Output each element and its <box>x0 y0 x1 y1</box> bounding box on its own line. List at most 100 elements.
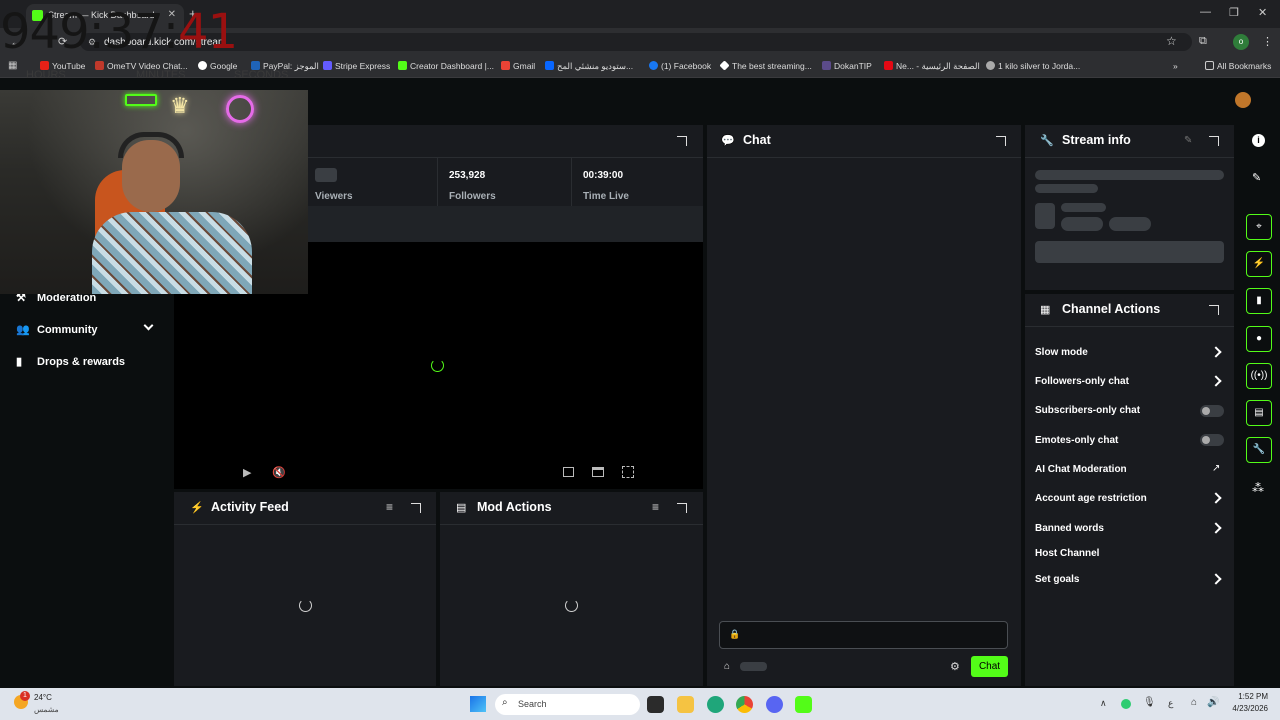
network-icon[interactable]: ⌂ <box>1191 697 1197 708</box>
taskbar-time[interactable]: 1:52 PM <box>1230 692 1268 701</box>
volume-icon[interactable]: 🔊 <box>1207 697 1219 708</box>
divider <box>1025 326 1234 327</box>
info-icon[interactable]: i <box>1252 134 1265 147</box>
action-banned-words[interactable]: Banned words <box>1035 523 1104 534</box>
user-avatar[interactable] <box>1235 92 1251 108</box>
kick-icon <box>398 61 407 70</box>
microphone-icon[interactable]: 🎙 <box>1143 697 1156 708</box>
sidebar-item-community[interactable]: 👥 Community <box>16 323 98 336</box>
action-slow-mode[interactable]: Slow mode <box>1035 347 1088 358</box>
mute-icon[interactable]: 🔇 <box>272 466 286 479</box>
edit-icon[interactable]: ✎ <box>1252 171 1261 184</box>
chat-icon[interactable]: ● <box>1246 326 1272 352</box>
loading-spinner-icon <box>431 359 444 372</box>
bookmark-stripe[interactable]: Stripe Express <box>323 61 390 71</box>
more-bookmarks-icon[interactable]: » <box>1173 61 1178 71</box>
bookmark-silver[interactable]: 1 kilo silver to Jorda... <box>986 61 1080 71</box>
bookmark-netflix[interactable]: Ne... - الصفحة الرئيسية <box>884 61 980 72</box>
windows-taskbar <box>0 688 1280 720</box>
action-emotes-only: Emotes-only chat <box>1035 435 1119 446</box>
bookmark-gmail[interactable]: Gmail <box>501 61 535 71</box>
popout-icon[interactable] <box>1209 136 1219 146</box>
tray-chevron-icon[interactable]: ∧ <box>1100 698 1107 709</box>
theater-icon[interactable] <box>592 467 604 477</box>
channel-actions-title: Channel Actions <box>1062 302 1161 316</box>
followers-label: Followers <box>449 191 496 202</box>
sidebar-item-drops[interactable]: ▮ Drops & rewards <box>16 355 125 368</box>
tray-status-icon[interactable] <box>1121 699 1131 709</box>
play-icon[interactable]: ▶ <box>243 466 251 479</box>
screenshot-icon[interactable]: ⌖ <box>1246 214 1272 240</box>
browser-menu-icon[interactable]: ⋮ <box>1262 35 1273 48</box>
all-bookmarks[interactable]: All Bookmarks <box>1205 61 1271 71</box>
maximize-icon[interactable]: ❐ <box>1229 6 1239 19</box>
filter-icon[interactable]: ≡ <box>386 500 393 514</box>
edit-pencil-icon[interactable]: ✎ <box>1184 135 1192 146</box>
store-icon[interactable]: ⌂ <box>724 661 730 672</box>
chat-settings-icon[interactable]: ⚙ <box>950 660 960 673</box>
weather-desc: مشمس <box>34 705 59 714</box>
chrome-icon[interactable] <box>736 696 753 713</box>
popout-icon[interactable] <box>677 136 687 146</box>
bookmark-facebook[interactable]: (1) Facebook <box>649 61 711 71</box>
netflix-icon <box>884 61 893 70</box>
popout-icon[interactable] <box>411 503 421 513</box>
divider <box>1025 157 1234 158</box>
action-account-age[interactable]: Account age restriction <box>1035 493 1147 504</box>
weather-temp: 24°C <box>34 693 52 702</box>
ometv-icon <box>95 61 104 70</box>
bookmark-star-icon[interactable]: ☆ <box>1166 34 1177 48</box>
more-widgets-icon[interactable]: ⁂ <box>1252 481 1264 495</box>
bookmark-meta-studio[interactable]: ستوديو منشئي المح... <box>545 61 633 72</box>
external-link-icon[interactable]: ↗ <box>1212 463 1220 474</box>
broadcast-icon[interactable]: ((•)) <box>1246 363 1272 389</box>
emotes-only-toggle[interactable] <box>1200 434 1224 446</box>
send-chat-button[interactable]: Chat <box>971 656 1008 677</box>
edge-icon[interactable] <box>707 696 724 713</box>
action-ai-moderation[interactable]: AI Chat Moderation <box>1035 464 1127 475</box>
address-bar[interactable] <box>80 33 1192 51</box>
popout-icon[interactable] <box>677 503 687 513</box>
taskbar-search[interactable] <box>495 694 640 715</box>
timer-seconds-label: SECONDS <box>234 69 289 81</box>
popout-icon[interactable] <box>996 136 1006 146</box>
timer-sep: : <box>88 4 105 60</box>
extensions-icon[interactable]: ⧉ <box>1199 35 1207 48</box>
chat-title: Chat <box>743 133 771 147</box>
taskbar-date[interactable]: 4/23/2026 <box>1222 704 1268 713</box>
filter-icon[interactable]: ≡ <box>652 500 659 514</box>
file-explorer-icon[interactable] <box>677 696 694 713</box>
timer-overlay: 949:37:41 <box>0 2 238 62</box>
fullscreen-icon[interactable] <box>622 466 634 478</box>
divider <box>437 157 438 206</box>
notes-icon[interactable]: ▮ <box>1246 288 1272 314</box>
discord-icon[interactable] <box>766 696 783 713</box>
action-followers-only[interactable]: Followers-only chat <box>1035 376 1129 387</box>
action-host-channel[interactable]: Host Channel <box>1035 548 1099 559</box>
lock-icon: 🔒 <box>729 629 741 639</box>
bookmark-creator-dashboard[interactable]: Creator Dashboard |... <box>398 61 494 71</box>
divider <box>707 157 1021 158</box>
chat-input[interactable] <box>719 621 1008 649</box>
divider <box>440 524 703 525</box>
popout-icon[interactable] <box>1209 305 1219 315</box>
bookmark-google[interactable]: Google <box>198 61 237 71</box>
close-window-icon[interactable]: ✕ <box>1258 6 1267 19</box>
stream-info-icon[interactable]: 🔧 <box>1246 437 1272 463</box>
subscribers-only-toggle[interactable] <box>1200 405 1224 417</box>
quick-actions-icon[interactable]: ⚡ <box>1246 251 1272 277</box>
mod-actions-icon[interactable]: ▤ <box>1246 400 1272 426</box>
bookmark-streaming[interactable]: The best streaming... <box>719 60 812 71</box>
profile-avatar[interactable]: o <box>1233 34 1249 50</box>
bookmark-dokantip[interactable]: DokanTIP <box>822 61 872 71</box>
skeleton-tag <box>1109 217 1151 231</box>
stream-info-title: Stream info <box>1062 133 1131 147</box>
minimize-icon[interactable]: — <box>1200 6 1211 18</box>
task-view-icon[interactable] <box>647 696 664 713</box>
kick-app-icon[interactable] <box>795 696 812 713</box>
action-set-goals[interactable]: Set goals <box>1035 574 1079 585</box>
input-language[interactable]: ع <box>1168 698 1173 709</box>
pip-icon[interactable] <box>563 467 574 477</box>
skeleton-block <box>1035 241 1224 263</box>
windows-start-icon[interactable] <box>470 696 486 712</box>
